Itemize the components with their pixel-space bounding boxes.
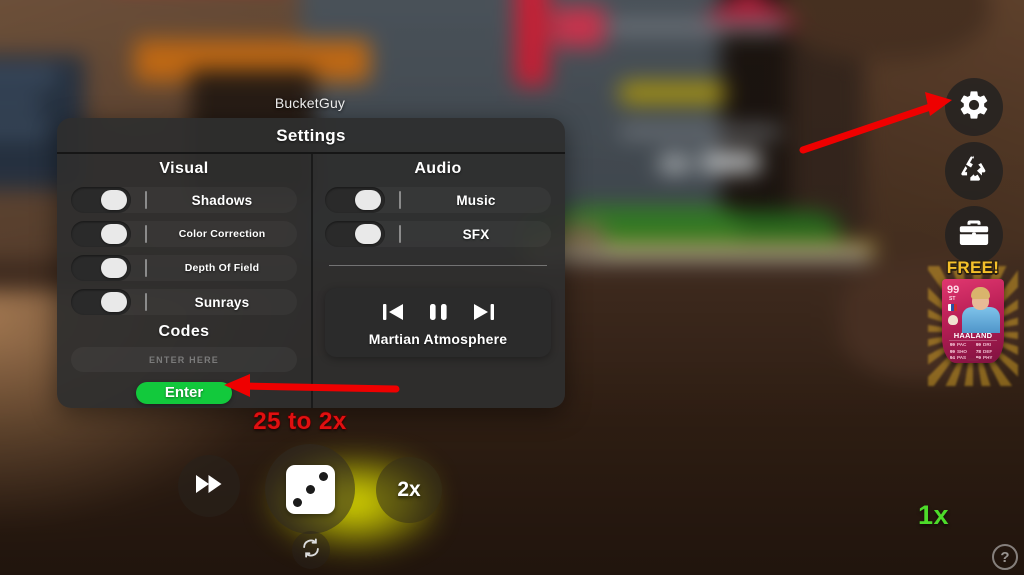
enter-code-button[interactable]: Enter xyxy=(136,382,232,404)
recycle-side-button[interactable] xyxy=(945,142,1003,200)
music-player: Martian Atmosphere xyxy=(325,288,551,357)
free-player-card[interactable]: FREE! 99 ST HAALAND 99 PAC 99 SHO 94 PAS 99… xyxy=(928,257,1018,386)
next-track-icon[interactable] xyxy=(472,301,496,323)
inventory-side-button[interactable] xyxy=(945,206,1003,264)
card-divider xyxy=(949,340,997,341)
toggle-music[interactable] xyxy=(325,187,385,213)
toggle-shadows[interactable] xyxy=(71,187,131,213)
fast-forward-icon xyxy=(194,472,224,501)
visual-heading: Visual xyxy=(159,160,209,177)
skip-button[interactable] xyxy=(178,455,240,517)
toggle-color-correction[interactable] xyxy=(71,221,131,247)
recycle-icon xyxy=(957,152,991,191)
help-button[interactable]: ? xyxy=(992,544,1018,570)
code-input[interactable] xyxy=(71,347,297,372)
card-position: ST xyxy=(949,296,956,302)
stat-value: 94 xyxy=(949,355,955,361)
settings-panel-title: Settings xyxy=(57,118,565,154)
refresh-icon xyxy=(300,537,322,564)
music-player-controls xyxy=(333,301,543,323)
toggle-knob xyxy=(355,190,381,210)
toggle-knob xyxy=(101,292,127,312)
card-rating: 99 xyxy=(947,284,960,296)
card-player-portrait xyxy=(960,287,1002,333)
player-nametag: BucketGuy xyxy=(0,95,1024,111)
dice-icon xyxy=(285,464,335,514)
setting-row-sunrays[interactable]: Sunrays xyxy=(71,289,297,315)
multiplier-button[interactable]: 2x xyxy=(376,457,442,523)
dice-roll-button[interactable] xyxy=(265,444,355,534)
setting-row-sfx[interactable]: SFX xyxy=(325,221,551,247)
player-card[interactable]: 99 ST HAALAND 99 PAC 99 SHO 94 PAS 99 DRI 78… xyxy=(942,279,1004,363)
toggle-knob xyxy=(101,224,127,244)
setting-label-color-correction: Color Correction xyxy=(178,228,266,240)
briefcase-icon xyxy=(957,217,991,254)
card-player-name: HAALAND xyxy=(953,331,993,340)
card-club-crest-icon xyxy=(948,315,958,325)
toggle-depth-of-field[interactable] xyxy=(71,255,131,281)
audio-divider xyxy=(329,265,547,266)
audio-heading: Audio xyxy=(414,160,462,177)
toggle-knob xyxy=(101,190,127,210)
setting-label-music: Music xyxy=(456,192,496,208)
settings-side-button[interactable] xyxy=(945,78,1003,136)
setting-row-depth-of-field[interactable]: Depth Of Field xyxy=(71,255,297,281)
setting-label-sunrays: Sunrays xyxy=(194,294,250,310)
stat-key: PAS xyxy=(957,355,967,361)
setting-row-music[interactable]: Music xyxy=(325,187,551,213)
audio-column: Audio Music SFX Martian Atmosphere xyxy=(311,154,565,408)
settings-panel: Settings Visual Shadows Color Correction… xyxy=(57,118,565,408)
settings-panel-body: Visual Shadows Color Correction Depth Of… xyxy=(57,154,565,408)
previous-track-icon[interactable] xyxy=(381,301,405,323)
setting-row-color-correction[interactable]: Color Correction xyxy=(71,221,297,247)
visual-column: Visual Shadows Color Correction Depth Of… xyxy=(57,154,311,408)
pause-icon[interactable] xyxy=(429,301,448,323)
current-multiplier-display: 1x xyxy=(917,500,949,530)
multiplier-annotation: 25 to 2x xyxy=(0,407,1024,436)
toggle-knob xyxy=(355,224,381,244)
setting-label-shadows: Shadows xyxy=(191,192,253,208)
toggle-sfx[interactable] xyxy=(325,221,385,247)
card-nation-flag-icon xyxy=(948,304,957,311)
card-footer-tab xyxy=(967,358,979,361)
setting-label-depth-of-field: Depth Of Field xyxy=(184,262,260,274)
toggle-sunrays[interactable] xyxy=(71,289,131,315)
multiplier-annotation-text: 25 to 2x xyxy=(253,407,347,435)
codes-heading: Codes xyxy=(158,323,210,340)
setting-row-shadows[interactable]: Shadows xyxy=(71,187,297,213)
reroll-button[interactable] xyxy=(292,531,330,569)
setting-label-sfx: SFX xyxy=(462,226,490,242)
current-track-name: Martian Atmosphere xyxy=(368,331,508,347)
stat-key: PHY xyxy=(983,355,993,361)
gear-icon xyxy=(957,88,991,127)
toggle-knob xyxy=(101,258,127,278)
free-badge: FREE! xyxy=(945,257,1000,279)
player-nametag-text: BucketGuy xyxy=(274,95,346,111)
